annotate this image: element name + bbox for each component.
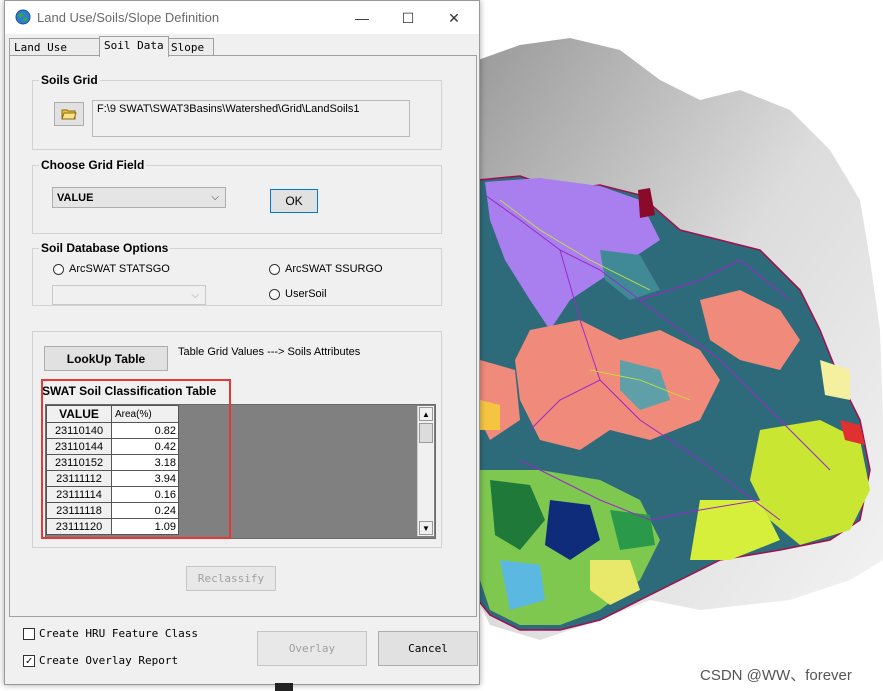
grid-field-value: VALUE [57,192,94,204]
maximize-button[interactable]: ☐ [385,5,431,31]
tab-slope[interactable]: Slope [166,38,214,56]
grid-field-select[interactable]: VALUE ⌵ [52,187,226,208]
grid-field-title: Choose Grid Field [39,158,147,172]
reclassify-button[interactable]: Reclassify [186,566,276,591]
land-use-soils-slope-dialog: Land Use/Soils/Slope Definition — ☐ ✕ La… [4,0,480,685]
checkbox-box [23,627,35,640]
cursor-fragment [275,683,293,691]
lookup-table-button[interactable]: LookUp Table [44,346,168,371]
create-hru-label: Create HRU Feature Class [39,627,198,640]
close-button[interactable]: ✕ [431,5,477,31]
overlay-button[interactable]: Overlay [257,631,367,666]
scroll-thumb[interactable] [419,423,433,443]
scroll-up-icon[interactable]: ▲ [419,407,433,421]
browse-soils-grid-button[interactable] [54,102,84,126]
radio-circle-icon [269,288,280,300]
folder-open-icon [61,109,77,120]
title-bar[interactable]: Land Use/Soils/Slope Definition — ☐ ✕ [5,1,479,34]
soil-db-options-title: Soil Database Options [39,241,171,255]
radio-usersoil[interactable]: UserSoil [269,288,327,300]
create-hru-checkbox[interactable]: Create HRU Feature Class [23,627,198,640]
chevron-down-icon: ⌵ [191,290,199,301]
soils-grid-group: Soils Grid F:\9 SWAT\SWAT3Basins\Watersh… [32,73,442,150]
tab-soil-data[interactable]: Soil Data [99,36,169,57]
globe-icon [15,9,31,25]
radio-circle-icon [53,263,64,275]
highlight-box [41,379,231,539]
radio-circle-icon [269,263,280,275]
ok-button[interactable]: OK [270,189,318,213]
minimize-button[interactable]: — [339,5,385,31]
watermark-text: CSDN @WW、forever [700,667,852,684]
tab-land-use-data[interactable]: Land Use Data [9,38,101,71]
soil-db-options-group: Soil Database Options ArcSWAT STATSGO Ar… [32,241,442,306]
radio-ssurgo-label: ArcSWAT SSURGO [285,263,383,275]
create-overlay-report-checkbox[interactable]: ✓ Create Overlay Report [23,654,178,667]
create-overlay-report-label: Create Overlay Report [39,654,179,667]
scroll-down-icon[interactable]: ▼ [419,521,433,535]
radio-statsgo-label: ArcSWAT STATSGO [69,263,170,275]
soils-grid-title: Soils Grid [39,73,100,87]
radio-usersoil-label: UserSoil [285,288,327,300]
grid-field-group: Choose Grid Field VALUE ⌵ OK [32,158,442,234]
soils-grid-path: F:\9 SWAT\SWAT3Basins\Watershed\Grid\Lan… [92,100,410,137]
window-title: Land Use/Soils/Slope Definition [37,10,220,25]
maximize-icon: ☐ [401,9,415,26]
close-icon: ✕ [448,9,460,26]
radio-ssurgo[interactable]: ArcSWAT SSURGO [269,263,383,275]
chevron-down-icon: ⌵ [211,192,219,203]
radio-statsgo[interactable]: ArcSWAT STATSGO [53,263,170,275]
table-scrollbar[interactable]: ▲ ▼ [417,406,434,536]
check-icon: ✓ [23,654,35,667]
statsgo-state-select[interactable]: ⌵ [52,285,206,305]
lookup-caption: Table Grid Values ---> Soils Attributes [178,346,361,358]
cancel-button[interactable]: Cancel [378,631,478,666]
minimize-icon: — [355,10,369,26]
